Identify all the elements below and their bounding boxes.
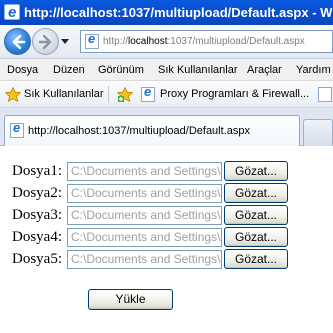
tab-strip: http://localhost:1037/multiupload/Defaul… [0, 108, 333, 146]
file-label: Dosya1: [12, 163, 62, 179]
file-label: Dosya5: [12, 251, 62, 267]
favorites-bar: Sık Kullanılanlar Proxy Programları & Fi… [0, 81, 333, 108]
favorites-button[interactable]: Sık Kullanılanlar [24, 81, 104, 108]
file-path-input[interactable]: C:\Documents and Settings\ [67, 228, 222, 247]
file-path-input[interactable]: C:\Documents and Settings\ [67, 162, 222, 181]
menu-item-araclar[interactable]: Araçlar [247, 59, 282, 81]
address-path: :1037/multiupload/Default.aspx [167, 36, 305, 47]
address-prefix: http:// [103, 36, 129, 47]
menu-item-dosya[interactable]: Dosya [7, 59, 38, 81]
browse-button[interactable]: Gözat... [224, 161, 288, 181]
address-bar[interactable]: http://localhost:1037/multiupload/Defaul… [80, 30, 333, 53]
browse-button[interactable]: Gözat... [224, 205, 288, 225]
file-label: Dosya2: [12, 185, 62, 201]
upload-row: Dosya3: C:\Documents and Settings\ Gözat… [0, 204, 333, 226]
menu-item-yardim[interactable]: Yardım [296, 59, 331, 81]
chevron-down-icon[interactable] [61, 39, 69, 45]
window-title: http://localhost:1037/multiupload/Defaul… [24, 5, 333, 20]
tab-label: http://localhost:1037/multiupload/Defaul… [28, 125, 250, 137]
upload-button[interactable]: Yükle [88, 289, 173, 310]
add-favorite-icon[interactable] [117, 87, 135, 102]
file-path-input[interactable]: C:\Documents and Settings\ [67, 184, 222, 203]
browse-button[interactable]: Gözat... [224, 183, 288, 203]
address-url[interactable]: http://localhost:1037/multiupload/Defaul… [103, 31, 305, 52]
favorites-star-icon[interactable] [5, 87, 21, 102]
browse-button[interactable]: Gözat... [224, 227, 288, 247]
site-icon [141, 84, 155, 102]
upload-row: Dosya5: C:\Documents and Settings\ Gözat… [0, 248, 333, 270]
file-label: Dosya4: [12, 229, 62, 245]
menu-bar: Dosya Düzen Görünüm Sık Kullanılanlar Ar… [0, 59, 333, 81]
file-label: Dosya3: [12, 207, 62, 223]
site-icon[interactable] [318, 87, 332, 102]
arrow-left-icon [12, 34, 26, 50]
page-content: Dosya1: C:\Documents and Settings\ Gözat… [0, 147, 333, 333]
page-icon [85, 31, 99, 49]
forward-button[interactable] [32, 28, 59, 55]
new-tab-button[interactable] [303, 119, 333, 146]
upload-row: Dosya1: C:\Documents and Settings\ Gözat… [0, 160, 333, 182]
menu-item-favorites[interactable]: Sık Kullanılanlar [158, 59, 238, 81]
favorite-link-proxy[interactable]: Proxy Programları & Firewall... [160, 81, 309, 108]
arrow-right-icon [38, 34, 52, 50]
back-button[interactable] [4, 28, 31, 55]
file-path-input[interactable]: C:\Documents and Settings\ [67, 250, 222, 269]
upload-row: Dosya4: C:\Documents and Settings\ Gözat… [0, 226, 333, 248]
browse-button[interactable]: Gözat... [224, 249, 288, 269]
file-path-input[interactable]: C:\Documents and Settings\ [67, 206, 222, 225]
page-icon [10, 120, 24, 138]
internet-explorer-icon [4, 0, 20, 25]
menu-item-gorunum[interactable]: Görünüm [98, 59, 144, 81]
window-title-bar: http://localhost:1037/multiupload/Defaul… [0, 0, 333, 25]
navigation-bar: http://localhost:1037/multiupload/Defaul… [0, 25, 333, 59]
toolbar-separator [108, 86, 109, 103]
address-host: localhost [128, 36, 168, 47]
upload-row: Dosya2: C:\Documents and Settings\ Gözat… [0, 182, 333, 204]
tab-current[interactable]: http://localhost:1037/multiupload/Defaul… [4, 115, 300, 146]
menu-item-duzen[interactable]: Düzen [53, 59, 85, 81]
